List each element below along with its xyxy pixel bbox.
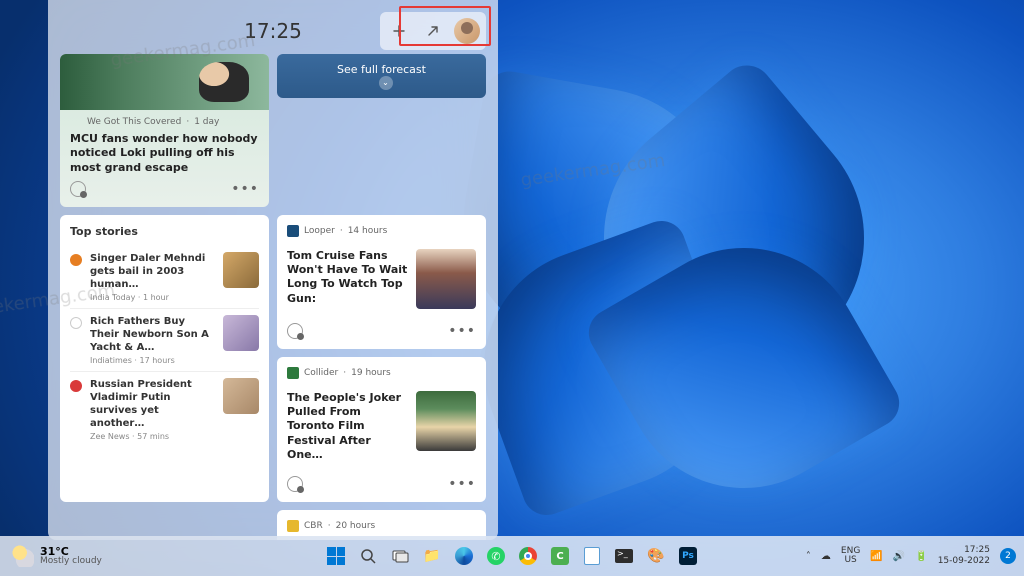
- widgets-clock: 17:25: [244, 19, 302, 43]
- notifications-badge[interactable]: 2: [1000, 548, 1016, 564]
- news-card-joker[interactable]: Collider · 19 hours The People's Joker P…: [277, 357, 486, 502]
- camtasia-button[interactable]: C: [546, 542, 574, 570]
- notepad-button[interactable]: [578, 542, 606, 570]
- news-card-tom-cruise[interactable]: Looper · 14 hours Tom Cruise Fans Won't …: [277, 215, 486, 349]
- clock-button[interactable]: 17:2515-09-2022: [938, 545, 990, 567]
- taskbar-tray: ˄ ☁ ENGUS 📶 🔊 🔋 17:2515-09-2022 2: [806, 545, 1024, 567]
- photoshop-button[interactable]: Ps: [674, 542, 702, 570]
- search-button[interactable]: [354, 542, 382, 570]
- story-thumbnail: [223, 315, 259, 351]
- battery-icon[interactable]: 🔋: [915, 551, 927, 562]
- story-thumbnail: [223, 252, 259, 288]
- onedrive-tray-icon[interactable]: ☁: [821, 551, 831, 562]
- paint-button[interactable]: 🎨: [642, 542, 670, 570]
- react-icon[interactable]: [70, 181, 86, 197]
- forecast-card[interactable]: See full forecast⌄: [277, 54, 486, 98]
- add-widget-button[interactable]: [384, 16, 414, 46]
- news-thumbnail: [60, 54, 269, 110]
- news-headline: The People's Joker Pulled From Toronto F…: [287, 391, 408, 462]
- volume-icon[interactable]: 🔊: [893, 551, 905, 562]
- story-thumbnail: [223, 378, 259, 414]
- tray-chevron-icon[interactable]: ˄: [806, 551, 811, 562]
- source-icon: [70, 380, 82, 392]
- chevron-down-icon: ⌄: [379, 76, 393, 90]
- terminal-button[interactable]: >_: [610, 542, 638, 570]
- taskbar-center: 📁 ✆ C >_ 🎨 Ps: [322, 542, 702, 570]
- top-story-item[interactable]: Singer Daler Mehndi gets bail in 2003 hu…: [70, 246, 259, 309]
- news-headline: Tom Cruise Fans Won't Have To Wait Long …: [287, 249, 408, 306]
- language-button[interactable]: ENGUS: [841, 547, 860, 565]
- more-icon[interactable]: •••: [448, 323, 476, 339]
- edge-button[interactable]: [450, 542, 478, 570]
- react-icon[interactable]: [287, 476, 303, 492]
- source-icon: [287, 225, 299, 237]
- news-thumbnail: [416, 391, 476, 451]
- source-icon: [287, 520, 299, 532]
- source-icon: [70, 116, 82, 128]
- news-headline: MCU fans wonder how nobody noticed Loki …: [70, 132, 259, 175]
- more-icon[interactable]: •••: [231, 181, 259, 197]
- source-icon: [70, 317, 82, 329]
- whatsapp-button[interactable]: ✆: [482, 542, 510, 570]
- chrome-button[interactable]: [514, 542, 542, 570]
- taskbar-weather[interactable]: 31°CMostly cloudy: [0, 545, 114, 567]
- wifi-icon[interactable]: 📶: [870, 551, 882, 562]
- weather-icon: [12, 545, 34, 567]
- top-story-item[interactable]: Rich Fathers Buy Their Newborn Son A Yac…: [70, 309, 259, 372]
- source-icon: [287, 367, 299, 379]
- top-story-item[interactable]: Russian President Vladimir Putin survive…: [70, 372, 259, 447]
- top-stories-title: Top stories: [70, 225, 259, 238]
- widgets-panel: 17:25 We Got This Covered · 1 day MCU fa…: [48, 0, 498, 540]
- file-explorer-button[interactable]: 📁: [418, 542, 446, 570]
- more-icon[interactable]: •••: [448, 476, 476, 492]
- news-card-mcu[interactable]: We Got This Covered · 1 day MCU fans won…: [60, 54, 269, 207]
- profile-avatar-button[interactable]: [452, 16, 482, 46]
- widgets-header: 17:25: [60, 8, 486, 54]
- source-icon: [70, 254, 82, 266]
- task-view-button[interactable]: [386, 542, 414, 570]
- expand-widgets-button[interactable]: [418, 16, 448, 46]
- taskbar: 31°CMostly cloudy 📁 ✆ C >_ 🎨 Ps ˄ ☁ ENGU…: [0, 536, 1024, 576]
- news-thumbnail: [416, 249, 476, 309]
- react-icon[interactable]: [287, 323, 303, 339]
- top-stories-card: Top stories Singer Daler Mehndi gets bai…: [60, 215, 269, 502]
- start-button[interactable]: [322, 542, 350, 570]
